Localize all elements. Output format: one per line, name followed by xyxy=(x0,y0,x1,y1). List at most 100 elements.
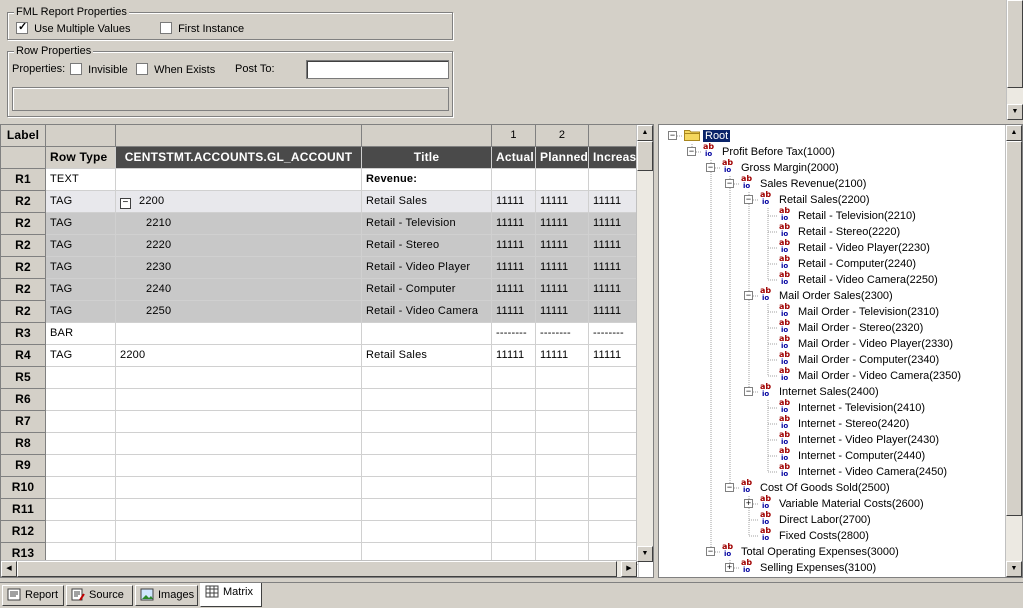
actual-cell[interactable]: 11111 xyxy=(492,279,536,301)
table-row[interactable]: R4 TAG 2200 Retail Sales 11111 11111 11111 xyxy=(1,345,639,367)
scroll-down-icon[interactable]: ▼ xyxy=(1007,104,1023,120)
when-exists-checkbox[interactable] xyxy=(136,63,148,75)
planned-cell[interactable] xyxy=(536,169,589,191)
tab-source[interactable]: Source xyxy=(66,585,133,606)
row-label[interactable]: R6 xyxy=(1,389,46,411)
title-cell[interactable] xyxy=(362,499,492,521)
tab-matrix[interactable]: Matrix xyxy=(200,583,262,607)
account-cell[interactable] xyxy=(116,169,362,191)
row-type-header[interactable]: Row Type xyxy=(46,147,116,169)
table-row[interactable]: R11 xyxy=(1,499,639,521)
collapse-icon[interactable]: − xyxy=(687,147,696,156)
increase-cell[interactable]: 11111 xyxy=(589,279,639,301)
properties-vertical-scrollbar[interactable]: ▼ xyxy=(1006,0,1023,120)
title-cell[interactable] xyxy=(362,323,492,345)
row-type-cell[interactable]: BAR xyxy=(46,323,116,345)
actual-cell[interactable]: 11111 xyxy=(492,257,536,279)
title-cell[interactable]: Retail - Stereo xyxy=(362,235,492,257)
row-label[interactable]: R3 xyxy=(1,323,46,345)
tree-item[interactable]: ab io Mail Order - Video Player(2330) xyxy=(779,335,955,352)
table-row[interactable]: R2 TAG 2250 Retail - Video Camera 11111 11111… xyxy=(1,301,639,323)
scroll-right-icon[interactable]: ▶ xyxy=(621,561,637,577)
row-type-cell[interactable] xyxy=(46,433,116,455)
increase-cell[interactable]: 11111 xyxy=(589,191,639,213)
tab-images[interactable]: Images xyxy=(135,585,198,606)
tree-item[interactable]: ab io Retail - Video Player(2230) xyxy=(779,239,932,256)
account-cell[interactable]: −2200 xyxy=(116,191,362,213)
row-label[interactable]: R2 xyxy=(1,213,46,235)
table-row[interactable]: R2 TAG 2210 Retail - Television 11111 11111 11… xyxy=(1,213,639,235)
tree-item[interactable]: ab io Mail Order - Computer(2340) xyxy=(779,351,941,368)
table-row[interactable]: R2 TAG 2230 Retail - Video Player 11111 11111… xyxy=(1,257,639,279)
row-type-cell[interactable] xyxy=(46,389,116,411)
account-cell[interactable] xyxy=(116,521,362,543)
row-type-cell[interactable]: TAG xyxy=(46,279,116,301)
title-cell[interactable]: Revenue: xyxy=(362,169,492,191)
tree-item[interactable]: ab io Variable Material Costs(2600) xyxy=(760,495,926,512)
row-type-cell[interactable]: TEXT xyxy=(46,169,116,191)
planned-cell[interactable] xyxy=(536,499,589,521)
row-label[interactable]: R4 xyxy=(1,345,46,367)
actual-cell[interactable] xyxy=(492,455,536,477)
grid-vscroll-thumb[interactable] xyxy=(637,141,653,171)
planned-cell[interactable] xyxy=(536,521,589,543)
invisible-option[interactable]: Invisible xyxy=(70,63,128,76)
expand-icon[interactable]: + xyxy=(744,499,753,508)
tree-item[interactable]: ab io Retail - Video Camera(2250) xyxy=(779,271,940,288)
use-multiple-values-checkbox[interactable] xyxy=(16,20,28,34)
row-label[interactable]: R10 xyxy=(1,477,46,499)
account-cell[interactable] xyxy=(116,499,362,521)
scroll-up-icon[interactable]: ▲ xyxy=(637,125,653,141)
title-cell[interactable] xyxy=(362,389,492,411)
row-label[interactable]: R2 xyxy=(1,235,46,257)
tree-item[interactable]: ab io Mail Order - Television(2310) xyxy=(779,303,941,320)
title-cell[interactable] xyxy=(362,521,492,543)
grid-horizontal-scrollbar[interactable]: ◀ ▶ xyxy=(1,560,637,577)
table-row[interactable]: R5 xyxy=(1,367,639,389)
increase-cell[interactable] xyxy=(589,477,639,499)
table-row[interactable]: R8 xyxy=(1,433,639,455)
title-cell[interactable] xyxy=(362,477,492,499)
planned-cell[interactable]: -------- xyxy=(536,323,589,345)
account-cell[interactable]: 2210 xyxy=(116,213,362,235)
tree-item[interactable]: ab io Internet - Television(2410) xyxy=(779,399,927,416)
actual-cell[interactable] xyxy=(492,433,536,455)
increase-cell[interactable] xyxy=(589,389,639,411)
title-cell[interactable] xyxy=(362,367,492,389)
table-row[interactable]: R2 TAG 2220 Retail - Stereo 11111 11111 11111 xyxy=(1,235,639,257)
collapse-icon[interactable]: − xyxy=(744,195,753,204)
row-label[interactable]: R2 xyxy=(1,301,46,323)
planned-cell[interactable]: 11111 xyxy=(536,301,589,323)
row-type-cell[interactable] xyxy=(46,521,116,543)
planned-cell[interactable]: 11111 xyxy=(536,235,589,257)
row-label[interactable]: R2 xyxy=(1,279,46,301)
table-row[interactable]: R10 xyxy=(1,477,639,499)
table-row[interactable]: R7 xyxy=(1,411,639,433)
row-type-cell[interactable]: TAG xyxy=(46,345,116,367)
row-label[interactable]: R7 xyxy=(1,411,46,433)
table-row[interactable]: R6 xyxy=(1,389,639,411)
increase-cell[interactable]: 11111 xyxy=(589,257,639,279)
title-cell[interactable]: Retail - Computer xyxy=(362,279,492,301)
title-cell[interactable]: Retail - Video Camera xyxy=(362,301,492,323)
account-cell[interactable]: 2240 xyxy=(116,279,362,301)
row-type-cell[interactable] xyxy=(46,455,116,477)
use-multiple-values-option[interactable]: Use Multiple Values xyxy=(16,20,130,35)
row-type-cell[interactable]: TAG xyxy=(46,191,116,213)
collapse-icon[interactable]: − xyxy=(744,291,753,300)
account-header[interactable]: CENTSTMT.ACCOUNTS.GL_ACCOUNT xyxy=(116,147,362,169)
row-type-cell[interactable]: TAG xyxy=(46,235,116,257)
account-cell[interactable] xyxy=(116,411,362,433)
account-cell[interactable] xyxy=(116,455,362,477)
increase-header[interactable]: Increase xyxy=(589,147,639,169)
scroll-down-icon[interactable]: ▼ xyxy=(1006,561,1022,577)
tree-item[interactable]: ab io Mail Order - Stereo(2320) xyxy=(779,319,925,336)
scroll-up-icon[interactable]: ▲ xyxy=(1006,125,1022,141)
increase-cell[interactable] xyxy=(589,367,639,389)
planned-cell[interactable]: 11111 xyxy=(536,345,589,367)
tree-item[interactable]: ab io Gross Margin(2000) xyxy=(722,159,841,176)
title-cell[interactable]: Retail - Television xyxy=(362,213,492,235)
actual-cell[interactable]: 11111 xyxy=(492,213,536,235)
tree-vscroll-thumb[interactable] xyxy=(1006,141,1022,516)
row-type-cell[interactable] xyxy=(46,477,116,499)
